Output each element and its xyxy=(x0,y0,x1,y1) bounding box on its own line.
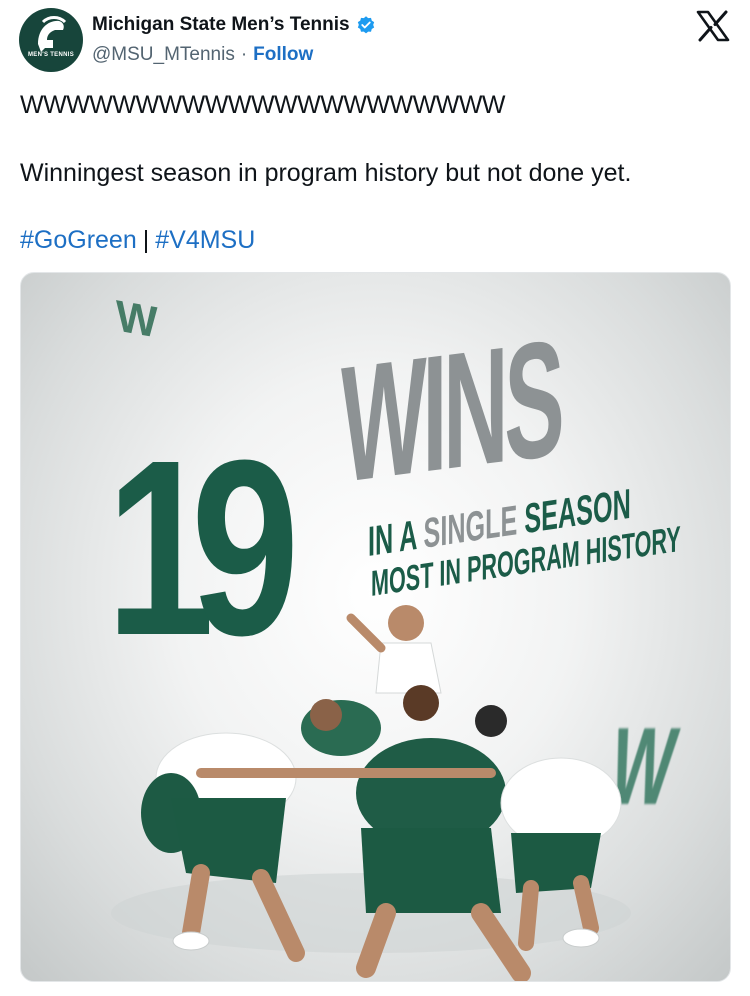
separator-dot: · xyxy=(240,44,248,65)
handle[interactable]: @MSU_MTennis xyxy=(92,44,235,66)
follow-button[interactable]: Follow xyxy=(253,44,313,66)
standing-player xyxy=(346,605,442,694)
spartan-helmet-icon xyxy=(21,10,81,70)
display-name[interactable]: Michigan State Men’s Tennis xyxy=(92,14,350,36)
tweet-header: MEN'S TENNIS Michigan State Men’s Tennis… xyxy=(0,0,750,80)
team-huddle-illustration xyxy=(111,605,631,981)
hashtag-gogreen[interactable]: #GoGreen xyxy=(20,226,137,254)
tweet-text-line-2: Winningest season in program history but… xyxy=(20,159,632,187)
handle-row: @MSU_MTennis · Follow xyxy=(92,44,313,66)
tweet-media-image[interactable]: W 19 WINS IN A SINGLE SEASON MOST IN PRO… xyxy=(20,272,731,982)
hashtag-v4msu[interactable]: #V4MSU xyxy=(155,226,255,254)
avatar-label: MEN'S TENNIS xyxy=(27,52,75,58)
x-logo-icon[interactable] xyxy=(696,10,730,42)
hashtag-row: #GoGreen | #V4MSU xyxy=(20,225,255,255)
avatar[interactable]: MEN'S TENNIS xyxy=(19,8,83,72)
name-row: Michigan State Men’s Tennis xyxy=(92,14,376,36)
tweet-text-line-1: WWWWWWWWWWWWWWWWWWWWW xyxy=(20,91,506,119)
hashtag-separator: | xyxy=(142,226,150,254)
verified-badge-icon xyxy=(357,16,374,34)
